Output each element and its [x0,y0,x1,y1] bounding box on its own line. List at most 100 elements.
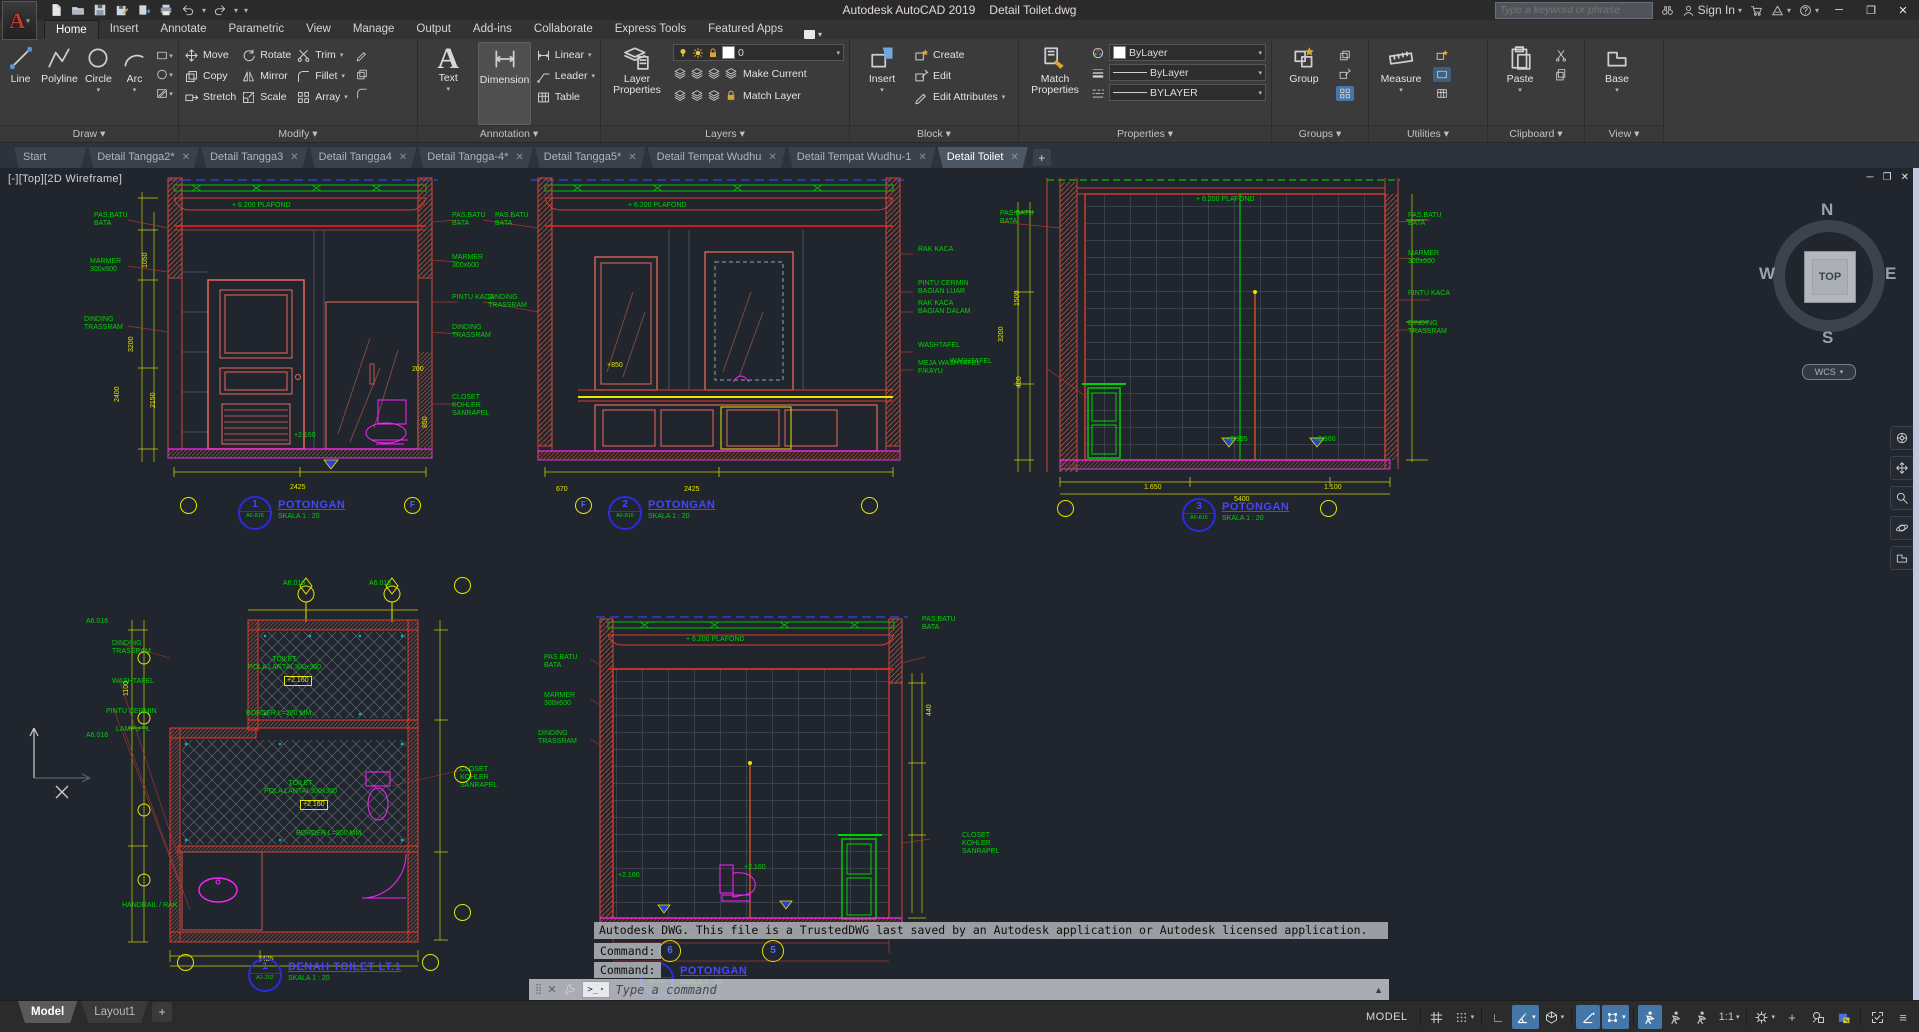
command-prompt-icon[interactable]: >_▾ [582,981,610,998]
doc-minimize-icon[interactable]: ─ [1867,172,1874,183]
washtafel-cabinet[interactable] [595,405,877,451]
linetype-select[interactable]: BYLAYER▾ [1109,84,1266,101]
paste-button[interactable]: Paste▾ [1493,42,1547,125]
edit-block-button[interactable]: Edit [914,67,1005,85]
viewport-visual-style-control[interactable]: [2D Wireframe] [44,173,122,185]
file-tab-start[interactable]: Start [14,147,86,168]
ortho-mode-icon[interactable]: ∟ [1486,1005,1510,1029]
layer-select[interactable]: 0▾ [673,44,844,61]
autodesk-app-icon[interactable]: ▾ [1771,4,1791,17]
trim-button[interactable]: Trim▾ [296,46,348,64]
edit-attributes-button[interactable]: Edit Attributes▾ [914,88,1005,106]
lineweight-select[interactable]: ByLayer▾ [1109,64,1266,81]
elevation-view-2[interactable] [483,172,913,502]
model-space-viewport[interactable]: [-][Top][2D Wireframe] ─ ❐ ✕ [0,168,1919,1000]
group-select-icon[interactable] [1336,86,1354,101]
view-cube[interactable]: N W E S TOP WCS▾ [1764,204,1894,384]
create-block-button[interactable]: Create [914,46,1005,64]
vertical-scrollbar[interactable] [1913,168,1919,1000]
tab-featured-apps[interactable]: Featured Apps [697,20,794,39]
close-tab-icon[interactable]: ✕ [182,147,190,168]
isometric-drafting-icon[interactable]: ▾ [1541,1005,1568,1029]
close-tab-icon[interactable]: ✕ [768,147,776,168]
explode-icon[interactable] [353,67,371,82]
annotation-scale-value[interactable]: 1:1▾ [1716,1005,1743,1029]
panel-properties-footer[interactable]: Properties ▾ [1019,125,1271,142]
door-swing-plan[interactable] [362,854,406,898]
tab-addins[interactable]: Add-ins [462,20,523,39]
tab-manage[interactable]: Manage [342,20,406,39]
rectangle-tool-icon[interactable]: ▾ [155,48,173,63]
minimize-button[interactable]: ─ [1827,2,1851,18]
hatch-tool-icon[interactable]: ▾ [155,86,173,101]
layer-state-icon[interactable] [673,67,687,80]
viewcube-west[interactable]: W [1759,264,1775,284]
panel-block-footer[interactable]: Block ▾ [850,125,1018,142]
tab-insert[interactable]: Insert [99,20,150,39]
panel-groups-footer[interactable]: Groups ▾ [1272,125,1368,142]
quick-select-icon[interactable] [1433,48,1451,63]
leader-button[interactable]: Leader▾ [536,67,595,85]
panel-draw-footer[interactable]: Draw ▾ [0,125,178,142]
customization-menu-icon[interactable]: ≡ [1891,1005,1915,1029]
panel-clipboard-footer[interactable]: Clipboard ▾ [1488,125,1584,142]
workspace-switching-icon[interactable]: ▾ [1751,1005,1778,1029]
ungroup-icon[interactable] [1336,48,1354,63]
tab-annotate[interactable]: Annotate [149,20,217,39]
toilet-elevation[interactable] [366,400,408,444]
array-button[interactable]: Array▾ [296,88,348,106]
snap-mode-icon[interactable]: ▾ [1451,1005,1478,1029]
tab-home[interactable]: Home [44,20,99,39]
customize-wrench-icon[interactable] [563,983,576,996]
doc-close-icon[interactable]: ✕ [1901,172,1909,183]
viewcube-top-face[interactable]: TOP [1804,251,1856,303]
new-layout-button[interactable]: + [152,1002,172,1022]
elevation-view-3[interactable] [1000,172,1430,517]
fillet-button[interactable]: Fillet▾ [296,67,348,85]
layer-freeze-icon[interactable] [690,67,704,80]
search-icon[interactable] [1661,4,1674,17]
command-line[interactable]: ⣿ ✕ >_▾ Type a command ▲ [529,979,1389,1000]
erase-icon[interactable] [353,48,371,63]
redo-dropdown[interactable]: ▾ [234,6,238,15]
isolate-objects-icon[interactable] [1806,1005,1830,1029]
open-button[interactable] [70,2,86,18]
orbit-icon[interactable] [1890,516,1914,540]
match-layer-button[interactable]: Match Layer [743,90,801,102]
door-elevation[interactable] [208,280,304,449]
undo-dropdown[interactable]: ▾ [202,6,206,15]
glass-partition[interactable] [326,302,418,449]
graphics-performance-icon[interactable] [1832,1005,1856,1029]
command-expand-icon[interactable]: ▲ [1374,985,1383,995]
wcs-dropdown[interactable]: WCS▾ [1802,364,1856,380]
doc-restore-icon[interactable]: ❐ [1883,172,1892,183]
clean-screen-icon[interactable] [1865,1005,1889,1029]
search-input[interactable] [1495,2,1653,19]
undo-button[interactable] [180,2,196,18]
close-button[interactable]: ✕ [1891,2,1915,18]
model-space-toggle[interactable]: MODEL [1358,1005,1416,1029]
qat-customize-icon[interactable]: ▾ [244,6,248,15]
viewport-view-control[interactable]: [Top] [19,173,44,185]
layer-off-icon[interactable] [673,89,687,102]
base-button[interactable]: Base▾ [1590,42,1644,125]
layer-unlock2-icon[interactable] [724,89,738,102]
annotation-visibility-icon[interactable] [1638,1005,1662,1029]
scale-button[interactable]: Scale [241,88,291,106]
layer-lock-icon[interactable] [707,67,721,80]
viewcube-east[interactable]: E [1885,264,1896,284]
measure-button[interactable]: Measure▾ [1374,42,1428,125]
object-color-select[interactable]: ByLayer▾ [1109,44,1266,61]
quick-calc-icon[interactable] [1433,67,1451,82]
polyline-button[interactable]: Polyline [41,42,78,125]
close-tab-icon[interactable]: ✕ [399,147,407,168]
layer-walk-icon[interactable] [707,89,721,102]
rotate-button[interactable]: Rotate [241,46,291,64]
file-tab[interactable]: Detail Tempat Wudhu✕ [648,147,786,168]
app-menu-button[interactable]: A▾ [2,1,37,40]
layer-iso-icon[interactable] [724,67,738,80]
tab-express-tools[interactable]: Express Tools [604,20,697,39]
circle-button[interactable]: Circle▾ [83,42,114,125]
close-tab-icon[interactable]: ✕ [628,147,636,168]
restore-button[interactable]: ❐ [1859,2,1883,18]
